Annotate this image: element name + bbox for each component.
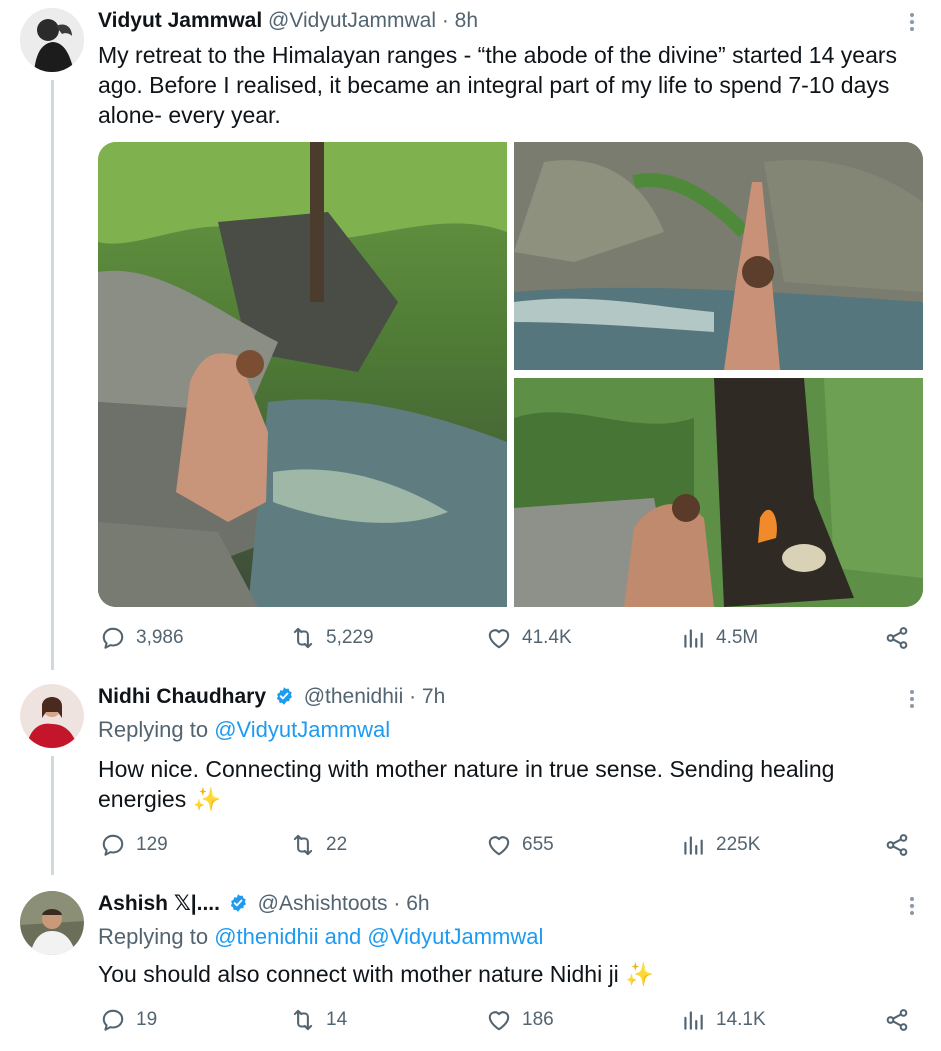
author-name[interactable]: Nidhi Chaudhary: [98, 685, 266, 708]
author-handle[interactable]: @thenidhii: [304, 685, 404, 708]
reply-button[interactable]: 19: [100, 1005, 157, 1035]
views-count: 14.1K: [716, 1009, 766, 1030]
share-button[interactable]: [884, 625, 910, 656]
tweet-time[interactable]: · 8h: [442, 9, 478, 32]
views-button[interactable]: 14.1K: [680, 1005, 766, 1035]
main-tweet[interactable]: Vidyut Jammwal @VidyutJammwal · 8h My re…: [0, 0, 941, 670]
tweet-actions: 19 14 186 14.1K: [100, 1005, 910, 1035]
replying-to: Replying to @thenidhii and @VidyutJammwa…: [98, 923, 543, 951]
reply-tweet[interactable]: Nidhi Chaudhary @thenidhii · 7h Replying…: [0, 670, 941, 875]
media-photo-2[interactable]: [514, 142, 923, 370]
more-icon[interactable]: [909, 897, 915, 918]
tweet-time[interactable]: · 6h: [393, 892, 429, 915]
more-icon[interactable]: [909, 13, 915, 34]
share-button[interactable]: [884, 832, 910, 863]
author-name[interactable]: Vidyut Jammwal: [98, 9, 262, 32]
replying-to-link[interactable]: @thenidhii and @VidyutJammwal: [214, 924, 543, 949]
like-button[interactable]: 186: [486, 1005, 554, 1035]
author-avatar[interactable]: [20, 8, 84, 72]
tweet-text: You should also connect with mother natu…: [98, 961, 654, 987]
retweet-count: 5,229: [326, 627, 374, 648]
tweet-actions: 129 22 655 225K: [100, 830, 910, 860]
verified-badge-icon: [274, 686, 294, 706]
retweet-count: 14: [326, 1009, 348, 1030]
share-icon: [884, 1007, 910, 1033]
retweet-icon: [290, 625, 316, 651]
tweet-media-grid[interactable]: [98, 142, 923, 607]
reply-count: 3,986: [136, 627, 184, 648]
heart-icon: [486, 625, 512, 651]
like-button[interactable]: 41.4K: [486, 623, 572, 653]
retweet-count: 22: [326, 834, 348, 855]
tweet-header: Nidhi Chaudhary @thenidhii · 7h: [98, 684, 445, 710]
media-photo-1[interactable]: [98, 142, 507, 607]
reply-icon: [100, 832, 126, 858]
replying-to: Replying to @VidyutJammwal: [98, 716, 390, 744]
heart-icon: [486, 1007, 512, 1033]
reply-icon: [100, 1007, 126, 1033]
more-icon[interactable]: [909, 690, 915, 711]
like-count: 655: [522, 834, 554, 855]
reply-count: 19: [136, 1009, 158, 1030]
author-name[interactable]: Ashish 𝕏|....: [98, 892, 220, 915]
retweet-icon: [290, 832, 316, 858]
views-icon: [680, 1007, 706, 1033]
share-icon: [884, 832, 910, 858]
verified-badge-icon: [228, 893, 248, 913]
views-count: 225K: [716, 834, 761, 855]
author-handle[interactable]: @Ashishtoots: [258, 892, 388, 915]
tweet-actions: 3,986 5,229 41.4K 4.5M: [100, 623, 910, 653]
reply-count: 129: [136, 834, 168, 855]
views-button[interactable]: 225K: [680, 830, 760, 860]
heart-icon: [486, 832, 512, 858]
views-button[interactable]: 4.5M: [680, 623, 758, 653]
views-count: 4.5M: [716, 627, 759, 648]
reply-button[interactable]: 129: [100, 830, 168, 860]
replying-to-link[interactable]: @VidyutJammwal: [214, 717, 390, 742]
tweet-time[interactable]: · 7h: [409, 685, 445, 708]
like-count: 186: [522, 1009, 554, 1030]
like-count: 41.4K: [522, 627, 572, 648]
tweet-text: My retreat to the Himalayan ranges - “th…: [98, 42, 898, 128]
retweet-button[interactable]: 5,229: [290, 623, 374, 653]
views-icon: [680, 625, 706, 651]
tweet-text: How nice. Connecting with mother nature …: [98, 756, 835, 812]
reply-tweet[interactable]: Ashish 𝕏|.... @Ashishtoots · 6h Replying…: [0, 875, 941, 1051]
thread-line: [51, 80, 54, 670]
retweet-icon: [290, 1007, 316, 1033]
share-icon: [884, 625, 910, 651]
like-button[interactable]: 655: [486, 830, 554, 860]
media-photo-3[interactable]: [514, 378, 923, 607]
author-handle[interactable]: @VidyutJammwal: [268, 9, 436, 32]
retweet-button[interactable]: 22: [290, 830, 347, 860]
thread-line: [51, 756, 54, 875]
author-avatar[interactable]: [20, 891, 84, 955]
reply-button[interactable]: 3,986: [100, 623, 184, 653]
views-icon: [680, 832, 706, 858]
tweet-header: Vidyut Jammwal @VidyutJammwal · 8h: [98, 8, 478, 34]
reply-icon: [100, 625, 126, 651]
replying-to-prefix: Replying to: [98, 924, 215, 949]
share-button[interactable]: [884, 1007, 910, 1038]
replying-to-prefix: Replying to: [98, 717, 215, 742]
retweet-button[interactable]: 14: [290, 1005, 347, 1035]
author-avatar[interactable]: [20, 684, 84, 748]
tweet-header: Ashish 𝕏|.... @Ashishtoots · 6h: [98, 891, 430, 917]
